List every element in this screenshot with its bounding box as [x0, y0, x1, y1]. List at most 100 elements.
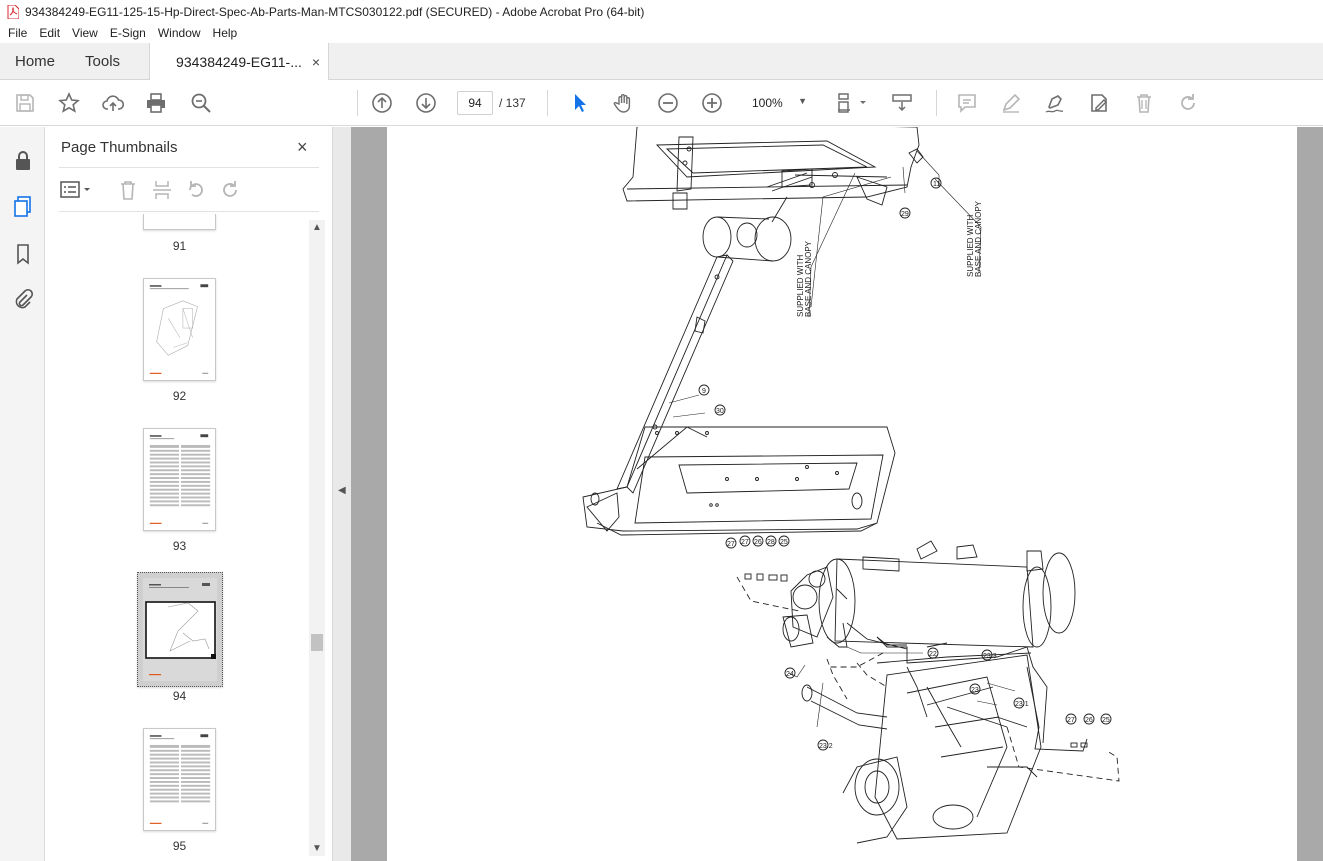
highlight-pen-icon[interactable] [999, 91, 1023, 115]
callout-label: 27 [741, 539, 749, 546]
insert-page-icon[interactable] [151, 179, 173, 201]
support-column [616, 254, 734, 494]
navigation-rail [0, 127, 45, 861]
menu-window[interactable]: Window [152, 26, 207, 40]
zoom-in-icon[interactable] [700, 91, 724, 115]
window-title: 934384249-EG11-125-15-Hp-Direct-Spec-Ab-… [25, 4, 645, 19]
pdf-page: 11 29 9 30 27 27 26 28 25 24 22 23.3 23 … [387, 127, 1297, 861]
menu-file[interactable]: File [0, 26, 33, 40]
next-page-icon[interactable] [414, 91, 438, 115]
scroll-down-icon[interactable]: ▼ [312, 843, 322, 854]
thumbnail-preview [149, 734, 211, 824]
close-tab-icon[interactable]: × [312, 54, 320, 70]
panel-title: Page Thumbnails [61, 139, 178, 156]
callout-label: 22 [929, 651, 937, 658]
zoom-out-icon[interactable] [656, 91, 680, 115]
scrollbar-thumb[interactable] [311, 634, 323, 651]
engine-assembly [782, 540, 1088, 844]
callout-label: 23.3 [983, 653, 997, 660]
page-thumbnail[interactable] [143, 728, 216, 831]
toolbar-divider [547, 90, 548, 116]
callout-label: 28 [767, 539, 775, 546]
thumbnail-preview [149, 284, 209, 374]
divider [59, 167, 319, 168]
tab-tools[interactable]: Tools [70, 43, 135, 79]
callout-leaders [668, 150, 1016, 728]
save-icon[interactable] [13, 91, 37, 115]
scroll-mode-icon[interactable] [890, 91, 914, 115]
tab-home[interactable]: Home [0, 43, 70, 79]
callout-label: 30 [716, 408, 724, 415]
thumbnail-page-number: 91 [172, 239, 187, 253]
tab-bar: Home Tools 934384249-EG11-... × [0, 43, 1323, 81]
fan-motor [702, 196, 792, 262]
callout-label: 24 [786, 671, 794, 678]
thumbnail-preview [149, 434, 211, 524]
tab-document[interactable]: 934384249-EG11-... × [149, 43, 330, 81]
page-thumbnail[interactable] [143, 428, 216, 531]
callout-label: 26 [754, 539, 762, 546]
callout-label: 27 [727, 541, 735, 548]
menu-view[interactable]: View [66, 26, 104, 40]
delete-icon[interactable] [1132, 91, 1156, 115]
edit-document-icon[interactable] [1087, 91, 1111, 115]
menu-bar: File Edit View E-Sign Window Help [0, 23, 1323, 43]
thumbnail-page-number: 95 [172, 839, 187, 853]
thumbnail-page-number: 93 [172, 539, 187, 553]
hand-tool-icon[interactable] [612, 91, 636, 115]
chevron-down-icon: ▼ [798, 96, 807, 106]
previous-page-icon[interactable] [370, 91, 394, 115]
close-panel-icon[interactable]: × [297, 137, 308, 158]
document-viewport[interactable]: 11 29 9 30 27 27 26 28 25 24 22 23.3 23 … [351, 127, 1323, 861]
star-icon[interactable] [57, 91, 81, 115]
comment-icon[interactable] [955, 91, 979, 115]
scroll-up-icon[interactable]: ▲ [312, 222, 322, 233]
callout-label: 29 [901, 211, 909, 218]
thumbnail-page-number: 92 [172, 389, 187, 403]
callout-label: 23.2 [819, 743, 833, 750]
fittings [744, 573, 1088, 748]
thumbnail-toolbar [59, 177, 319, 203]
rotate-left-icon[interactable] [185, 179, 207, 201]
note-base-canopy-1: BASE AND CANOPY [804, 240, 813, 317]
page-fit-icon[interactable] [836, 91, 868, 115]
thumbnail-scrollbar[interactable]: ▲ ▼ [309, 220, 325, 856]
delete-page-icon[interactable] [117, 179, 139, 201]
callout-label: 25 [1102, 717, 1110, 724]
page-thumbnail[interactable] [143, 214, 216, 230]
thumbnail-page-number: 94 [172, 689, 187, 703]
attachment-icon[interactable] [11, 287, 35, 311]
page-thumbnail-selected[interactable] [137, 572, 223, 687]
zoom-dropdown[interactable]: 100% ▼ [741, 91, 813, 115]
menu-esign[interactable]: E-Sign [104, 26, 152, 40]
zoom-search-icon[interactable] [189, 91, 213, 115]
pdf-file-icon [7, 4, 19, 19]
callout-label: 9 [702, 388, 706, 395]
cloud-upload-icon[interactable] [101, 91, 125, 115]
redo-icon[interactable] [1176, 91, 1200, 115]
options-menu-icon[interactable] [59, 179, 93, 201]
page-thumbnails-icon[interactable] [11, 194, 35, 218]
page-total-label: / 137 [499, 96, 526, 110]
menu-help[interactable]: Help [207, 26, 244, 40]
note-base-canopy-2: BASE AND CANOPY [974, 200, 983, 277]
parts-drawing: 11 29 9 30 27 27 26 28 25 24 22 23.3 23 … [582, 127, 1120, 844]
bookmark-icon[interactable] [11, 242, 35, 266]
lock-icon[interactable] [11, 148, 35, 172]
toolbar-divider [936, 90, 937, 116]
print-icon[interactable] [144, 91, 168, 115]
upper-frame-assembly [622, 127, 924, 210]
select-cursor-icon[interactable] [568, 91, 592, 115]
title-bar: 934384249-EG11-125-15-Hp-Direct-Spec-Ab-… [0, 0, 1323, 23]
drawing-notes: SUPPLIED WITH BASE AND CANOPY SUPPLIED W… [796, 200, 983, 317]
rotate-right-icon[interactable] [219, 179, 241, 201]
panel-collapse-handle[interactable]: ◀ [332, 127, 351, 861]
page-number-input[interactable]: 94 [457, 91, 493, 115]
menu-edit[interactable]: Edit [33, 26, 66, 40]
zoom-value: 100% [752, 96, 783, 110]
page-thumbnail[interactable] [143, 278, 216, 381]
main-toolbar [0, 80, 1323, 126]
sign-pen-icon[interactable] [1043, 91, 1067, 115]
page-thumbnails-panel: Page Thumbnails × 91 92 93 94 95 ▲ ▼ [45, 127, 332, 861]
toolbar-divider [357, 90, 358, 116]
